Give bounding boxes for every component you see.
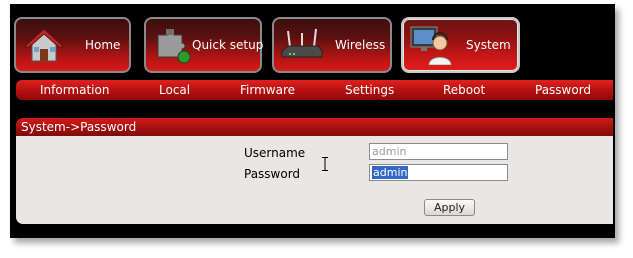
apply-button[interactable]: Apply xyxy=(424,199,475,216)
username-field[interactable]: admin xyxy=(369,143,508,160)
submenu-item-local[interactable]: Local xyxy=(159,83,190,97)
password-field[interactable]: admin xyxy=(369,164,508,181)
username-label: Username xyxy=(244,146,306,160)
house-icon xyxy=(24,28,64,62)
submenu-item-password[interactable]: Password xyxy=(535,83,591,97)
password-value-selected: admin xyxy=(372,166,409,179)
nav-tab-home[interactable]: Home xyxy=(14,17,131,73)
router-icon xyxy=(281,28,323,58)
submenu-item-settings[interactable]: Settings xyxy=(345,83,394,97)
password-form-panel xyxy=(16,136,613,224)
nav-tab-label: Wireless xyxy=(335,38,386,52)
computer-user-icon xyxy=(410,26,452,65)
submenu-item-firmware[interactable]: Firmware xyxy=(240,83,295,97)
submenu-item-information[interactable]: Information xyxy=(40,83,109,97)
nav-tab-label: Quick setup xyxy=(192,38,264,52)
nav-tab-wireless[interactable]: Wireless xyxy=(272,17,392,73)
submenu-item-reboot[interactable]: Reboot xyxy=(443,83,485,97)
username-value: admin xyxy=(372,145,407,158)
nav-tab-label: Home xyxy=(85,38,121,52)
nav-tab-system[interactable]: System xyxy=(401,17,520,73)
panel-title: System->Password xyxy=(21,120,137,134)
nav-tab-quick-setup[interactable]: Quick setup xyxy=(144,17,264,73)
nav-tab-label: System xyxy=(466,38,511,52)
text-cursor-icon xyxy=(322,157,328,171)
panel-header: System->Password xyxy=(16,118,613,136)
password-label: Password xyxy=(244,167,301,181)
system-submenu: Information Local Firmware Settings Rebo… xyxy=(16,80,613,100)
puzzle-icon xyxy=(157,29,191,64)
